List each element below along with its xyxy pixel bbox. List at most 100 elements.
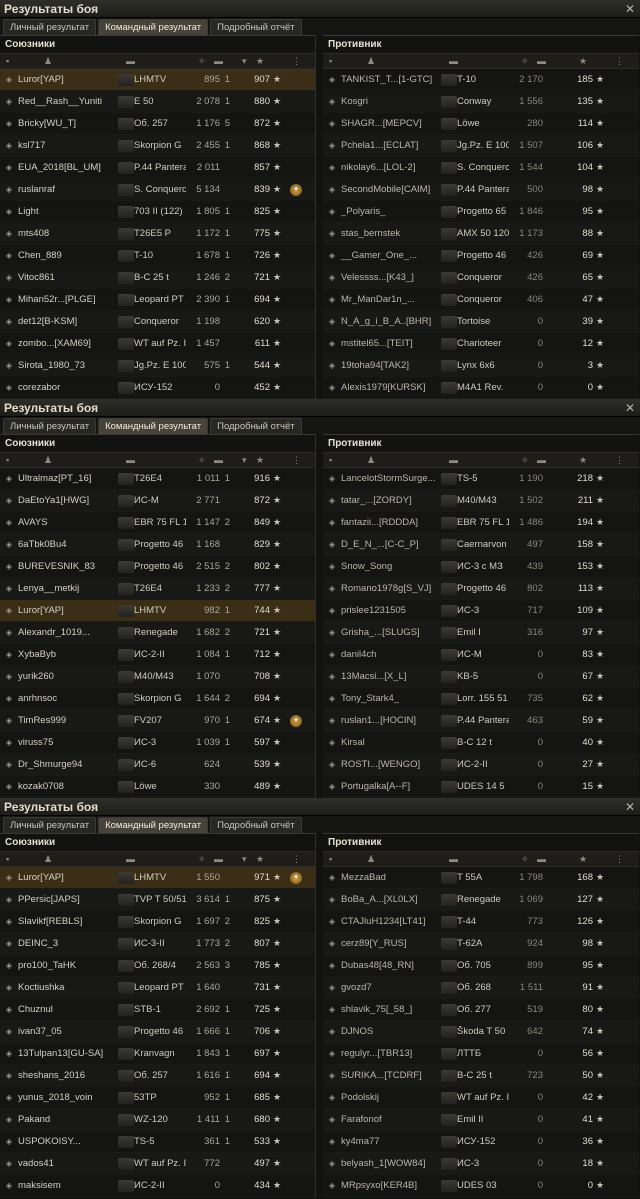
close-icon[interactable]: ✕: [622, 800, 638, 814]
player-row[interactable]: ◈ __Gamer_One_... Progetto 46 426 69 ★: [323, 245, 639, 267]
player-row[interactable]: ◈ 6aTbk0Bu4 Progetto 46 1 168 829 ★: [0, 534, 315, 556]
player-row[interactable]: ◈ tatar_...[ZORDY] M40/M43 1 502 211 ★: [323, 490, 639, 512]
player-row[interactable]: ◈ Podolskij WT auf Pz. IV 0 42★: [323, 1087, 639, 1109]
vehicle-column-icon[interactable]: ▬: [449, 854, 458, 864]
player-row[interactable]: ◈ D_E_N_...[C-C_P] Caernarvon 497 158 ★: [323, 534, 639, 556]
medal-column-icon[interactable]: ⋮: [292, 455, 301, 466]
frags-column-icon[interactable]: ▬: [214, 455, 223, 465]
player-column-icon[interactable]: ♟: [367, 455, 375, 466]
medal-icon[interactable]: ✦: [290, 714, 302, 727]
player-row[interactable]: ◈ MezzaBad T 55A 1 798 168 ★: [323, 867, 639, 889]
player-row[interactable]: ◈ SecondMobile[CAIM] P.44 Pantera 500 98 ★: [323, 179, 639, 201]
player-row[interactable]: ◈ PPersic[JAPS] TVP T 50/51 3 614 1 875 ★: [0, 889, 315, 911]
vehicle-column-icon[interactable]: ▬: [126, 455, 135, 465]
player-row[interactable]: ◈ MRpsyxo[KER4B] UDES 03 0 0 ★: [323, 1175, 639, 1197]
player-column-icon[interactable]: ♟: [44, 56, 52, 67]
tab-team-result[interactable]: Командный результат: [98, 418, 209, 434]
player-row[interactable]: ◈ nikolay6...[LOL-2] S. Conqueror 1 544 104 ★: [323, 157, 639, 179]
player-row[interactable]: ◈ Portugalka[A--F] UDES 14 5 0 15 ★: [323, 776, 639, 798]
player-row[interactable]: ◈ maksisem ИС-2-II 0 434 ★: [0, 1175, 315, 1197]
player-row[interactable]: ◈ Romano1978g[S_VJ] Progetto 46 802 113 ★: [323, 578, 639, 600]
player-row[interactable]: ◈ Farafonof Emil II 0 41 ★: [323, 1109, 639, 1131]
player-row[interactable]: ◈ AVAYS EBR 75 FL 10 1 147 2 849★: [0, 512, 315, 534]
player-row[interactable]: ◈ Light 703 II (122) 1 805 1 825 ★: [0, 201, 315, 223]
player-row[interactable]: ◈ sheshans_2016 Об. 257 1 616 1 694 ★: [0, 1065, 315, 1087]
player-row[interactable]: ◈ DJNOS Škoda T 50 642 74 ★: [323, 1021, 639, 1043]
player-row[interactable]: ◈ ruslan1...[HOCIN] P.44 Pantera 463 59 ★: [323, 710, 639, 732]
player-row[interactable]: ◈ CTAJluH1234[LT41] T-44 773 126 ★: [323, 911, 639, 933]
damage-column-icon[interactable]: ✧: [198, 455, 206, 466]
player-row[interactable]: ◈ mstitel65...[TEIT] Charioteer 0 12 ★: [323, 333, 639, 355]
frags-column-icon[interactable]: ▬: [537, 455, 546, 465]
player-row[interactable]: ◈ 13Macsi...[X_L] KB-5 0 67 ★: [323, 666, 639, 688]
damage-column-icon[interactable]: ✧: [521, 56, 529, 67]
medal-column-icon[interactable]: ⋮: [292, 854, 301, 865]
tab-detailed-report[interactable]: Подробный отчёт: [210, 19, 302, 35]
damage-column-icon[interactable]: ✧: [521, 455, 529, 466]
squad-column-icon[interactable]: ▪: [6, 56, 9, 66]
player-row[interactable]: ◈ Pakand WZ-120 1 411 1 680 ★: [0, 1109, 315, 1131]
player-row[interactable]: ◈ Tony_Stark4_ Lorr. 155 51 735 62 ★: [323, 688, 639, 710]
player-column-icon[interactable]: ♟: [367, 56, 375, 67]
player-row[interactable]: ◈ ROSTI...[WENGO] ИС-2-II 0 27 ★: [323, 754, 639, 776]
player-row[interactable]: ◈ TimRes999 FV207 970 1 674 ★ ✦: [0, 710, 315, 732]
squad-column-icon[interactable]: ▪: [329, 854, 332, 864]
medal-column-icon[interactable]: ⋮: [615, 854, 624, 865]
player-row[interactable]: ◈ Vitoc861 B-C 25 t 1 246 2 721 ★: [0, 267, 315, 289]
player-row[interactable]: ◈ ky4ma77 ИСУ-152 0 36 ★: [323, 1131, 639, 1153]
player-row[interactable]: ◈ Chen_889 T-10 1 678 1 726 ★: [0, 245, 315, 267]
player-row[interactable]: ◈ cerz89[Y_RUS] T-62A 924 98 ★: [323, 933, 639, 955]
player-row[interactable]: ◈ Luror[YAP] LHMTV 1 550 971 ★ ✦: [0, 867, 315, 889]
vehicle-column-icon[interactable]: ▬: [126, 56, 135, 66]
player-row[interactable]: ◈ TANKIST_T...[1-GTC] T-10 2 170 185 ★: [323, 69, 639, 91]
vehicle-column-icon[interactable]: ▬: [449, 455, 458, 465]
tab-team-result[interactable]: Командный результат: [98, 817, 209, 833]
squad-column-icon[interactable]: ▪: [6, 854, 9, 864]
damage-column-icon[interactable]: ✧: [198, 854, 206, 865]
damage-column-icon[interactable]: ✧: [521, 854, 529, 865]
medal-icon[interactable]: ✦: [290, 871, 302, 884]
close-icon[interactable]: ✕: [622, 401, 638, 415]
player-row[interactable]: ◈ N_A_g_i_B_A..[BHR] Tortoise 0 39 ★: [323, 311, 639, 333]
player-row[interactable]: ◈ ivan37_05 Progetto 46 1 666 1 706 ★: [0, 1021, 315, 1043]
xp-column-icon[interactable]: ★: [256, 56, 264, 67]
player-column-icon[interactable]: ♟: [44, 854, 52, 865]
frags-column-icon[interactable]: ▬: [537, 854, 546, 864]
player-row[interactable]: ◈ DEINC_3 ИС-3-II 1 773 2 807 ★: [0, 933, 315, 955]
player-row[interactable]: ◈ XybaByb ИС-2-II 1 084 1 712 ★: [0, 644, 315, 666]
player-row[interactable]: ◈ Chuznul STB-1 2 692 1 725 ★: [0, 999, 315, 1021]
player-row[interactable]: ◈ Pchela1...[ECLAT] Jg.Pz. E 100 1 507 106 ★: [323, 135, 639, 157]
player-row[interactable]: ◈ Mihan52r...[PLGE] Leopard PT A 2 390 1 694★: [0, 289, 315, 311]
close-icon[interactable]: ✕: [622, 2, 638, 16]
player-row[interactable]: ◈ yunus_2018_voin 53TP 952 1 685 ★: [0, 1087, 315, 1109]
player-row[interactable]: ◈ Velessss...[K43_] Conqueror 426 65 ★: [323, 267, 639, 289]
player-row[interactable]: ◈ kozak0708 Löwe 330 489 ★: [0, 776, 315, 798]
tab-team-result[interactable]: Командный результат: [98, 19, 209, 35]
player-row[interactable]: ◈ Sirota_1980_73 Jg.Pz. E 100 575 1 544 ★: [0, 355, 315, 377]
player-row[interactable]: ◈ Alexandr_1019... Renegade 1 682 2 721 ★: [0, 622, 315, 644]
player-row[interactable]: ◈ Mr_ManDar1n_... Conqueror 406 47 ★: [323, 289, 639, 311]
player-row[interactable]: ◈ belyash_1[WOW84] ИС-3 0 18 ★: [323, 1153, 639, 1175]
medal-icon[interactable]: ✦: [290, 183, 302, 196]
xp-column-icon[interactable]: ★: [256, 854, 264, 865]
player-row[interactable]: ◈ EUA_2018[BL_UM] P.44 Pantera 2 011 857 ★: [0, 157, 315, 179]
player-row[interactable]: ◈ vados41 WT auf Pz. IV 772 497★: [0, 1153, 315, 1175]
player-row[interactable]: ◈ Red__Rash__Yuniti E 50 2 078 1 880 ★: [0, 91, 315, 113]
player-row[interactable]: ◈ danil4ch ИС-М 0 83 ★: [323, 644, 639, 666]
player-row[interactable]: ◈ LancelotStormSurge... TS-5 1 190 218 ★: [323, 468, 639, 490]
player-row[interactable]: ◈ Alexis1979[KURSK] M4A1 Rev. 0 0 ★: [323, 377, 639, 399]
player-row[interactable]: ◈ zombo...[XAM69] WT auf Pz. IV 1 457 611★: [0, 333, 315, 355]
squad-column-icon[interactable]: ▪: [329, 56, 332, 66]
player-row[interactable]: ◈ 19toha94[TAK2] Lynx 6x6 0 3 ★: [323, 355, 639, 377]
medal-column-icon[interactable]: ⋮: [615, 455, 624, 466]
player-row[interactable]: ◈ det12[B-KSM] Conqueror 1 198 620 ★: [0, 311, 315, 333]
xp-column-icon[interactable]: ★: [579, 854, 587, 865]
player-row[interactable]: ◈ BoBa_A...[XL0LX] Renegade 1 069 127 ★: [323, 889, 639, 911]
vehicle-column-icon[interactable]: ▬: [126, 854, 135, 864]
player-row[interactable]: ◈ fantazii...[RDDDA] EBR 75 FL 10 1 486 194★: [323, 512, 639, 534]
player-row[interactable]: ◈ _Polyaris_ Progetto 65 1 846 95 ★: [323, 201, 639, 223]
player-row[interactable]: ◈ Dr_Shmurge94 ИС-6 624 539 ★: [0, 754, 315, 776]
xp-column-icon[interactable]: ★: [579, 56, 587, 67]
player-row[interactable]: ◈ Bricky[WU_T] Об. 257 1 176 5 872 ★: [0, 113, 315, 135]
player-row[interactable]: ◈ DaEtoYa1[HWG] ИС-М 2 771 872 ★: [0, 490, 315, 512]
